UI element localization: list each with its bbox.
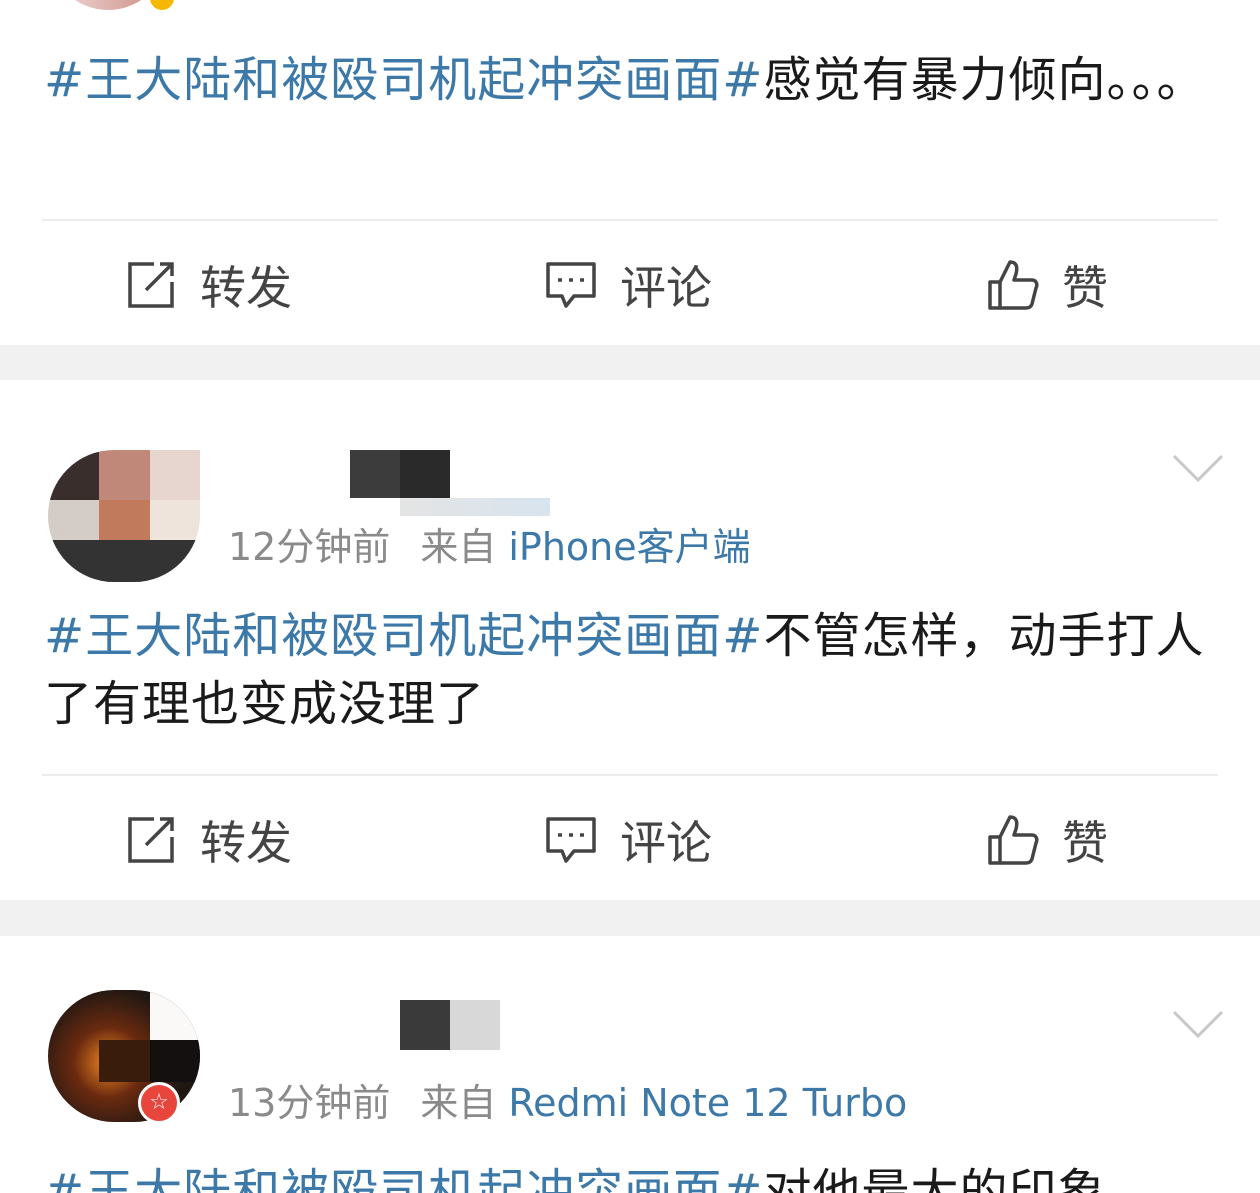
post-card: #王大陆和被殴司机起冲突画面#感觉有暴力倾向。。。 转发 评论 赞: [0, 0, 1260, 345]
repost-icon: [128, 817, 174, 863]
member-badge: [400, 498, 550, 516]
comment-label: 评论: [620, 261, 712, 315]
verified-badge-icon: [150, 0, 174, 10]
post-card: ☆ 13分钟前 来自 Redmi Note 12 Turbo #王大陆和被殴司机起冲…: [0, 936, 1260, 1193]
comment-button[interactable]: 评论: [544, 225, 712, 345]
divider: [42, 774, 1218, 776]
chevron-down-icon[interactable]: [1172, 1010, 1224, 1040]
thumbs-up-icon: [988, 815, 1039, 865]
post-text: #王大陆和被殴司机起冲突画面#对他最大的印象: [44, 1158, 1214, 1193]
post-body: 对他最大的印象: [763, 1164, 1107, 1193]
vip-badge-icon: ☆: [138, 1082, 180, 1124]
repost-button[interactable]: 转发: [124, 780, 292, 900]
like-label: 赞: [1062, 816, 1108, 870]
action-bar: 转发 评论 赞: [0, 225, 1260, 345]
avatar[interactable]: [48, 450, 200, 582]
thumbs-up-icon: [988, 260, 1039, 310]
topic-link[interactable]: #王大陆和被殴司机起冲突画面#: [44, 1164, 763, 1193]
repost-button[interactable]: 转发: [124, 225, 292, 345]
post-time: 12分钟前: [228, 525, 391, 569]
username[interactable]: [400, 1000, 500, 1050]
post-text: #王大陆和被殴司机起冲突画面#感觉有暴力倾向。。。: [44, 46, 1214, 114]
action-bar: 转发 评论 赞: [0, 780, 1260, 900]
post-source[interactable]: Redmi Note 12 Turbo: [508, 1081, 907, 1125]
post-meta: 13分钟前 来自 Redmi Note 12 Turbo: [228, 1072, 907, 1127]
divider: [42, 219, 1218, 221]
comment-button[interactable]: 评论: [544, 780, 712, 900]
post-body: 感觉有暴力倾向。。。: [763, 52, 1206, 108]
like-label: 赞: [1062, 261, 1108, 315]
comment-icon: [546, 817, 596, 863]
repost-icon: [128, 262, 174, 308]
comment-label: 评论: [620, 816, 712, 870]
like-button[interactable]: 赞: [986, 225, 1108, 345]
post-source[interactable]: iPhone客户端: [508, 525, 750, 569]
post-text: #王大陆和被殴司机起冲突画面#不管怎样，动手打人了有理也变成没理了: [44, 602, 1214, 738]
post-meta: 12分钟前 来自 iPhone客户端: [228, 516, 751, 571]
from-label: 来自: [420, 1081, 497, 1125]
repost-label: 转发: [200, 816, 292, 870]
comment-icon: [546, 262, 596, 308]
topic-link[interactable]: #王大陆和被殴司机起冲突画面#: [44, 608, 763, 664]
like-button[interactable]: 赞: [986, 780, 1108, 900]
repost-label: 转发: [200, 261, 292, 315]
username[interactable]: [350, 450, 450, 498]
post-time: 13分钟前: [228, 1081, 391, 1125]
chevron-down-icon[interactable]: [1172, 454, 1224, 484]
from-label: 来自: [420, 525, 497, 569]
post-card: 12分钟前 来自 iPhone客户端 #王大陆和被殴司机起冲突画面#不管怎样，动手打…: [0, 380, 1260, 900]
topic-link[interactable]: #王大陆和被殴司机起冲突画面#: [44, 52, 763, 108]
